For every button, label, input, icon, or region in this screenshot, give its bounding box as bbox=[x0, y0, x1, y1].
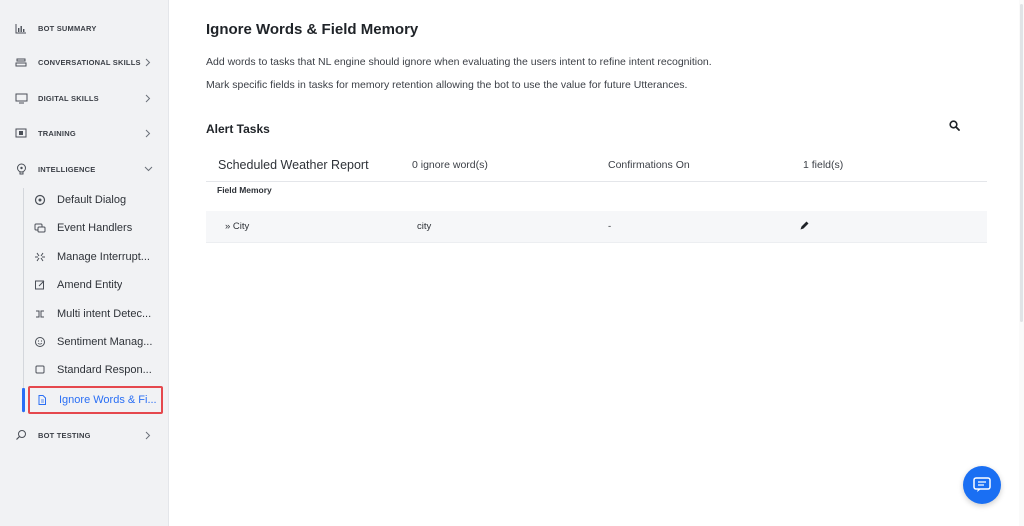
training-icon bbox=[14, 126, 28, 140]
sidebar-item-label: Event Handlers bbox=[57, 222, 133, 234]
edit-box-icon bbox=[34, 279, 46, 291]
active-indicator bbox=[22, 388, 25, 412]
nav-label: CONVERSATIONAL SKILLS bbox=[38, 57, 141, 67]
edit-field-button[interactable] bbox=[798, 220, 810, 232]
sidebar-item-multi-intent[interactable]: Multi intent Detec... bbox=[28, 303, 163, 325]
interrupt-icon bbox=[34, 251, 46, 263]
field-extra: - bbox=[608, 221, 612, 232]
chevron-down-icon bbox=[143, 164, 153, 174]
search-button[interactable] bbox=[946, 117, 962, 133]
smiley-icon bbox=[34, 336, 46, 348]
scrollbar-thumb[interactable] bbox=[1020, 4, 1023, 322]
chat-icon bbox=[973, 477, 991, 492]
dialog-icon bbox=[34, 194, 46, 206]
nav-label: DIGITAL SKILLS bbox=[38, 93, 99, 103]
event-icon bbox=[34, 222, 46, 234]
sidebar-item-label: Standard Respon... bbox=[57, 364, 152, 376]
nav-label: BOT SUMMARY bbox=[38, 23, 97, 33]
sidebar-item-manage-interruptions[interactable]: Manage Interrupt... bbox=[28, 246, 163, 268]
task-name: Scheduled Weather Report bbox=[218, 158, 369, 172]
field-value: city bbox=[417, 221, 432, 232]
chevron-right-icon bbox=[143, 430, 153, 440]
chevron-right-icon bbox=[143, 57, 153, 67]
sidebar-item-label: Default Dialog bbox=[57, 194, 127, 206]
page-title: Ignore Words & Field Memory bbox=[206, 21, 419, 38]
field-memory-row[interactable]: » City city - bbox=[206, 211, 987, 243]
message-icon bbox=[34, 364, 46, 376]
sidebar-item-ignore-words[interactable]: Ignore Words & Fi... bbox=[28, 386, 163, 414]
nav-label: INTELLIGENCE bbox=[38, 164, 96, 174]
sidebar-item-default-dialog[interactable]: Default Dialog bbox=[28, 189, 163, 211]
submenu-guide-line bbox=[23, 188, 24, 413]
task-confirmations: Confirmations On bbox=[608, 159, 690, 171]
page-description-field-memory: Mark specific fields in tasks for memory… bbox=[206, 79, 688, 91]
magnifier-icon bbox=[14, 428, 28, 442]
field-memory-label: Field Memory bbox=[217, 185, 272, 195]
sidebar: BOT SUMMARY CONVERSATIONAL SKILLS DIGITA… bbox=[0, 0, 169, 526]
chevron-right-icon bbox=[143, 128, 153, 138]
nav-label: BOT TESTING bbox=[38, 430, 91, 440]
chevron-right-icon bbox=[143, 93, 153, 103]
multi-intent-icon bbox=[34, 308, 46, 320]
monitor-icon bbox=[14, 91, 28, 105]
field-name: » City bbox=[225, 221, 250, 232]
sidebar-item-label: Amend Entity bbox=[57, 279, 123, 291]
nav-conversational-skills[interactable]: CONVERSATIONAL SKILLS bbox=[0, 50, 169, 74]
sidebar-item-event-handlers[interactable]: Event Handlers bbox=[28, 217, 163, 239]
nav-digital-skills[interactable]: DIGITAL SKILLS bbox=[0, 86, 169, 110]
sidebar-item-amend-entity[interactable]: Amend Entity bbox=[28, 274, 163, 296]
page-description-ignore-words: Add words to tasks that NL engine should… bbox=[206, 56, 712, 68]
sidebar-item-label: Multi intent Detec... bbox=[57, 308, 152, 320]
nav-label: TRAINING bbox=[38, 128, 76, 138]
sidebar-item-sentiment[interactable]: Sentiment Manag... bbox=[28, 331, 163, 353]
bar-chart-icon bbox=[14, 21, 28, 35]
chat-button[interactable] bbox=[963, 466, 1001, 504]
sidebar-item-label: Manage Interrupt... bbox=[57, 251, 150, 263]
sidebar-item-standard-responses[interactable]: Standard Respon... bbox=[28, 359, 163, 381]
section-title: Alert Tasks bbox=[206, 122, 270, 136]
sidebar-item-label: Ignore Words & Fi... bbox=[59, 394, 157, 406]
task-ignore-words: 0 ignore word(s) bbox=[412, 159, 488, 171]
brain-icon bbox=[14, 162, 28, 176]
main-content: Ignore Words & Field Memory Add words to… bbox=[170, 0, 1020, 526]
nav-intelligence[interactable]: INTELLIGENCE bbox=[0, 157, 169, 181]
nav-bot-testing[interactable]: BOT TESTING bbox=[0, 423, 169, 447]
stack-icon bbox=[14, 55, 28, 69]
search-icon bbox=[948, 119, 960, 131]
document-icon bbox=[36, 394, 48, 406]
sidebar-item-label: Sentiment Manag... bbox=[57, 336, 153, 348]
task-row[interactable]: Scheduled Weather Report 0 ignore word(s… bbox=[206, 150, 987, 182]
pencil-icon bbox=[800, 221, 809, 230]
task-fields: 1 field(s) bbox=[803, 159, 844, 171]
nav-training[interactable]: TRAINING bbox=[0, 121, 169, 145]
nav-bot-summary[interactable]: BOT SUMMARY bbox=[0, 16, 169, 40]
